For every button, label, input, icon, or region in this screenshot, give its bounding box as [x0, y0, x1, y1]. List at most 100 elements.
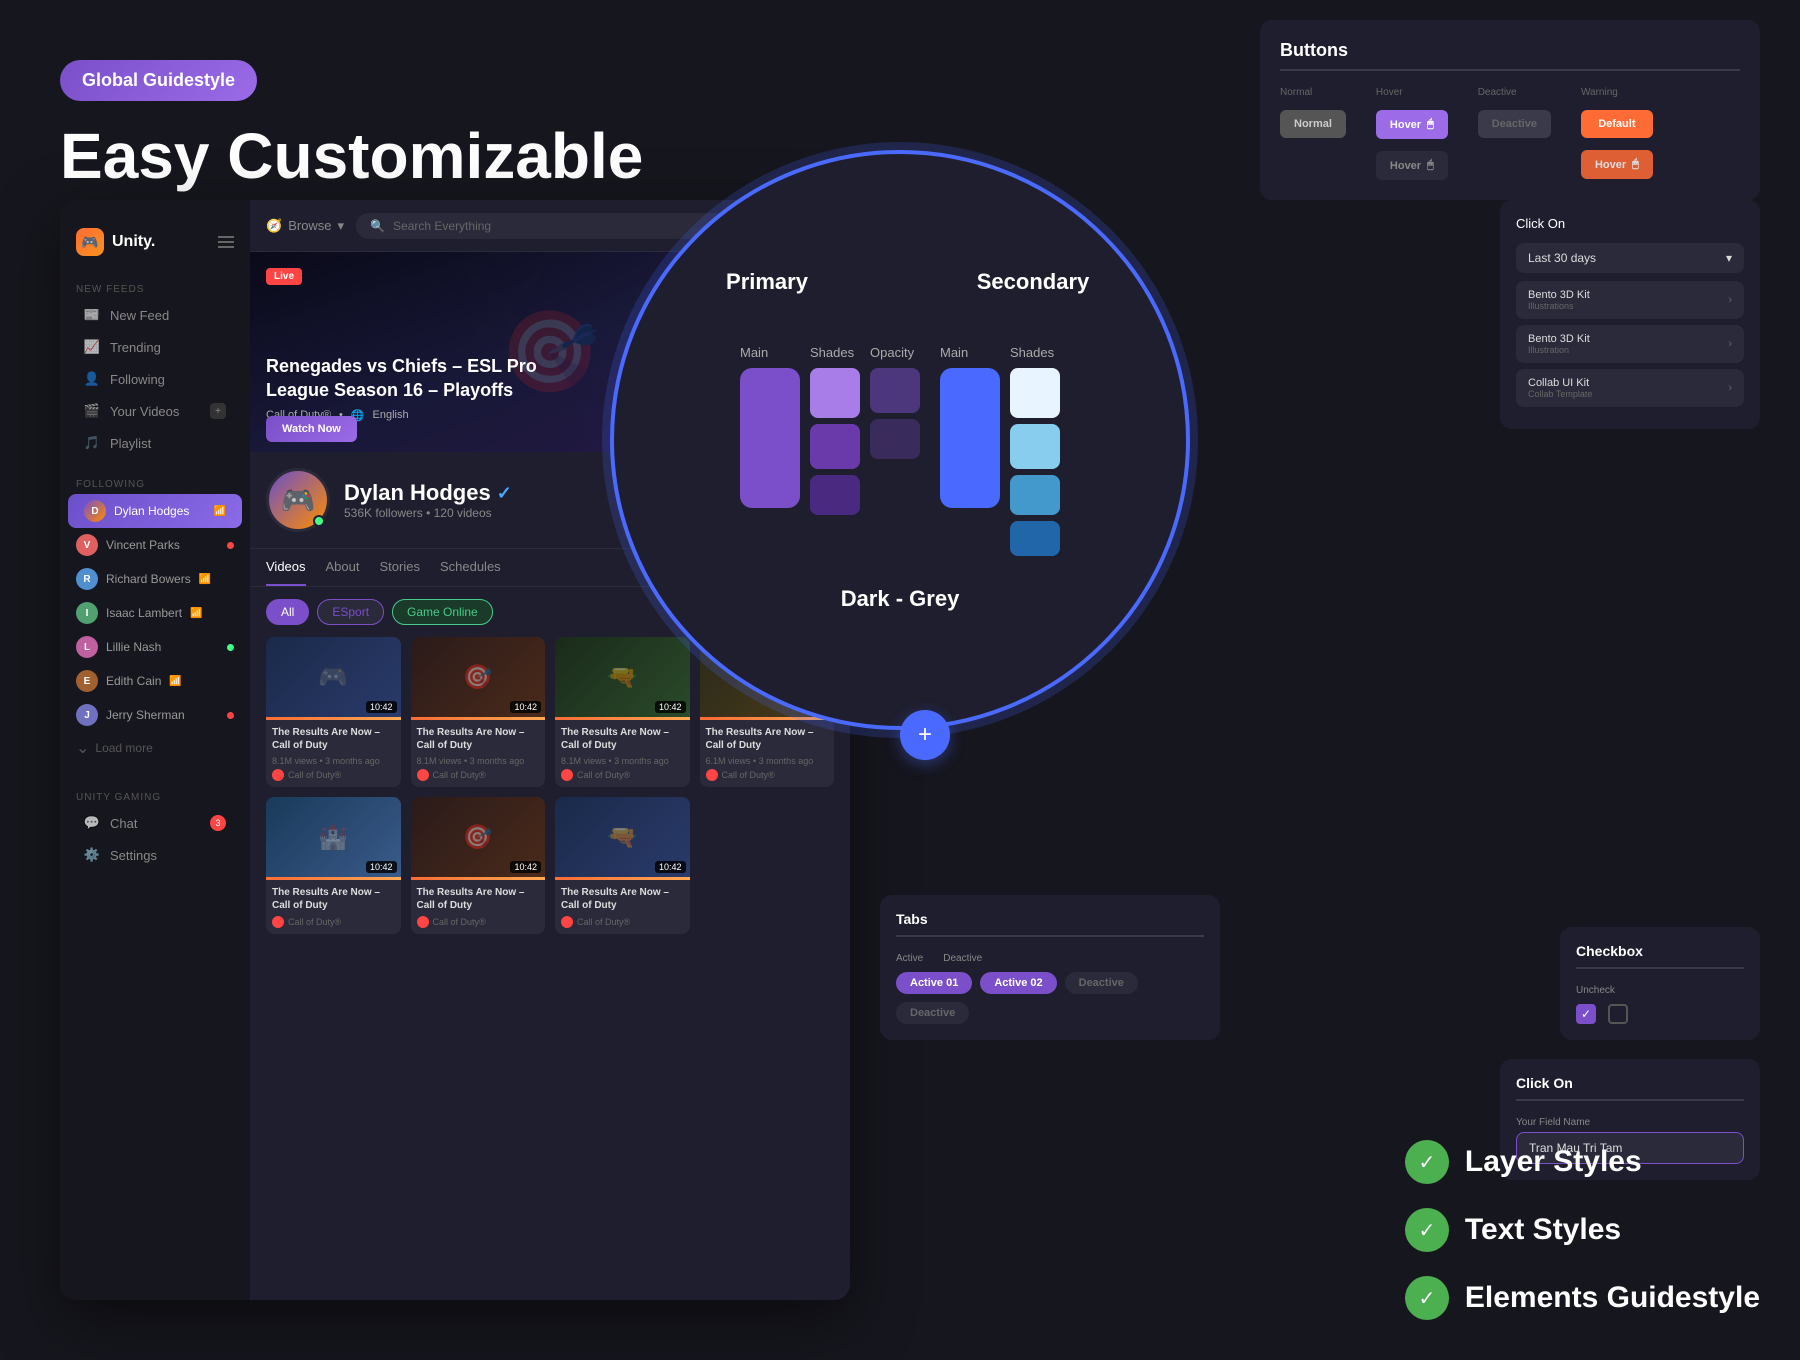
following-user-dylan[interactable]: D Dylan Hodges 📶	[68, 494, 242, 528]
feature-label-text: Text Styles	[1465, 1213, 1621, 1247]
search-icon: 🔍	[370, 219, 385, 233]
state-deactive-label: Deactive	[1478, 87, 1551, 98]
filter-esport[interactable]: ESport	[317, 599, 384, 625]
video-card-6[interactable]: 🎯 10:42 The Results Are Now – Call of Du…	[411, 797, 546, 934]
video-duration-1: 10:42	[366, 701, 397, 713]
check-icon-elements: ✓	[1405, 1276, 1449, 1320]
online-indicator	[313, 515, 325, 527]
load-more-button[interactable]: ⌄ Load more	[60, 732, 250, 764]
video-card-1[interactable]: 🎮 10:42 The Results Are Now – Call of Du…	[266, 637, 401, 787]
list-item-1[interactable]: Bento 3D Kit Illustrations ›	[1516, 281, 1744, 319]
channel-icon-1	[272, 769, 284, 781]
video-channel-1: Call of Duty®	[272, 769, 395, 781]
compass-icon: 🧭	[266, 218, 282, 234]
following-user-vincent[interactable]: V Vincent Parks	[60, 528, 250, 562]
btn-normal[interactable]: Normal	[1280, 110, 1346, 138]
button-states-row: Normal Normal Hover Hover 🖱 Hover 🖱 Deac…	[1280, 87, 1740, 180]
feature-layer-styles: ✓ Layer Styles	[1405, 1140, 1760, 1184]
checkbox-row: ✓	[1576, 1004, 1744, 1024]
watch-now-button[interactable]: Watch Now	[266, 416, 357, 442]
secondary-shade-1	[1010, 368, 1060, 418]
following-user-isaac[interactable]: I Isaac Lambert 📶	[60, 596, 250, 630]
list-item-3[interactable]: Collab UI Kit Collab Template ›	[1516, 369, 1744, 407]
video-card-2[interactable]: 🎯 10:42 The Results Are Now – Call of Du…	[411, 637, 546, 787]
btn-warning-1[interactable]: Default	[1581, 110, 1653, 138]
mouse-icon: 🖱	[1427, 118, 1434, 131]
sidebar-logo: 🎮 Unity.	[60, 216, 250, 268]
following-user-edith[interactable]: E Edith Cain 📶	[60, 664, 250, 698]
status-wifi-richard: 📶	[199, 574, 211, 585]
channel-icon-6	[417, 916, 429, 928]
following-user-jerry[interactable]: J Jerry Sherman	[60, 698, 250, 732]
add-video-button[interactable]: +	[210, 403, 226, 419]
palette-headers: Primary Secondary	[654, 269, 1146, 315]
video-card-7[interactable]: 🔫 10:42 The Results Are Now – Call of Du…	[555, 797, 690, 934]
video-channel-3: Call of Duty®	[561, 769, 684, 781]
chevron-right-3: ›	[1728, 382, 1732, 394]
primary-shade-2	[810, 424, 860, 469]
primary-swatches: Main Shades Opacity	[740, 345, 920, 515]
video-duration-7: 10:42	[655, 861, 686, 873]
state-deactive: Deactive Deactive	[1478, 87, 1551, 138]
secondary-shade-3	[1010, 475, 1060, 515]
checkbox-unchecked[interactable]	[1608, 1004, 1628, 1024]
channel-icon-7	[561, 916, 573, 928]
sidebar: 🎮 Unity. New Feeds 📰 New Feed 📈 Trending…	[60, 200, 250, 1300]
hamburger-menu[interactable]	[218, 236, 234, 248]
state-hover: Hover Hover 🖱 Hover 🖱	[1376, 87, 1448, 180]
sidebar-item-your-videos[interactable]: 🎬 Your Videos +	[68, 395, 242, 427]
tab-about[interactable]: About	[326, 549, 360, 586]
video-thumb-5: 🏰 10:42	[266, 797, 401, 877]
tab-schedules[interactable]: Schedules	[440, 549, 501, 586]
main-title: Easy Customizable	[60, 121, 643, 191]
avatar-vincent: V	[76, 534, 98, 556]
filter-game-online[interactable]: Game Online	[392, 599, 493, 625]
channel-icon-2	[417, 769, 429, 781]
primary-header: Primary	[654, 269, 880, 315]
check-icon-layer: ✓	[1405, 1140, 1449, 1184]
video-title-5: The Results Are Now – Call of Duty	[272, 886, 395, 912]
sidebar-item-playlist[interactable]: 🎵 Playlist	[68, 427, 242, 459]
primary-main-swatch	[740, 368, 800, 508]
sidebar-item-new-feed[interactable]: 📰 New Feed	[68, 299, 242, 331]
btn-hover-2[interactable]: Hover 🖱	[1376, 151, 1448, 180]
sidebar-item-trending[interactable]: 📈 Trending	[68, 331, 242, 363]
following-user-richard[interactable]: R Richard Bowers 📶	[60, 562, 250, 596]
tab-demo-1[interactable]: Active 01	[896, 972, 972, 994]
browse-button[interactable]: 🧭 Browse ▾	[266, 218, 344, 234]
state-warning: Warning Default Hover 🖱	[1581, 87, 1653, 179]
palette-swatches-row: Main Shades Opacity	[740, 345, 1060, 556]
sidebar-item-chat[interactable]: 💬 Chat 3	[68, 807, 242, 839]
primary-opacity-col: Opacity	[870, 345, 920, 459]
checkbox-checked[interactable]: ✓	[1576, 1004, 1596, 1024]
user-icon: 👤	[84, 371, 100, 387]
video-info-6: The Results Are Now – Call of Duty Call …	[411, 880, 546, 934]
following-user-lillie[interactable]: L Lillie Nash	[60, 630, 250, 664]
secondary-shades-col: Shades	[1010, 345, 1060, 556]
btn-warning-2[interactable]: Hover 🖱	[1581, 150, 1653, 179]
tab-demo-3: Deactive	[1065, 972, 1138, 994]
video-duration-3: 10:42	[655, 701, 686, 713]
btn-hover[interactable]: Hover 🖱	[1376, 110, 1448, 139]
banner-title: Renegades vs Chiefs – ESL Pro League Sea…	[266, 355, 566, 402]
video-meta-4: 6.1M views • 3 months ago	[706, 756, 829, 766]
logo-icon: 🎮	[76, 228, 104, 256]
secondary-shade-4	[1010, 521, 1060, 556]
avatar-isaac: I	[76, 602, 98, 624]
video-meta-3: 8.1M views • 3 months ago	[561, 756, 684, 766]
secondary-swatches: Main Shades	[940, 345, 1060, 556]
tab-stories[interactable]: Stories	[380, 549, 420, 586]
video-title-7: The Results Are Now – Call of Duty	[561, 886, 684, 912]
video-thumb-7: 🔫 10:42	[555, 797, 690, 877]
tab-demo-2[interactable]: Active 02	[980, 972, 1056, 994]
secondary-shades	[1010, 368, 1060, 556]
list-item-2[interactable]: Bento 3D Kit Illustration ›	[1516, 325, 1744, 363]
sidebar-item-settings[interactable]: ⚙️ Settings	[68, 839, 242, 871]
plus-button[interactable]: +	[900, 710, 950, 760]
tab-videos[interactable]: Videos	[266, 549, 306, 586]
video-meta-1: 8.1M views • 3 months ago	[272, 756, 395, 766]
dropdown-demo[interactable]: Last 30 days ▾	[1516, 243, 1744, 273]
filter-all[interactable]: All	[266, 599, 309, 625]
sidebar-item-following[interactable]: 👤 Following	[68, 363, 242, 395]
video-card-5[interactable]: 🏰 10:42 The Results Are Now – Call of Du…	[266, 797, 401, 934]
